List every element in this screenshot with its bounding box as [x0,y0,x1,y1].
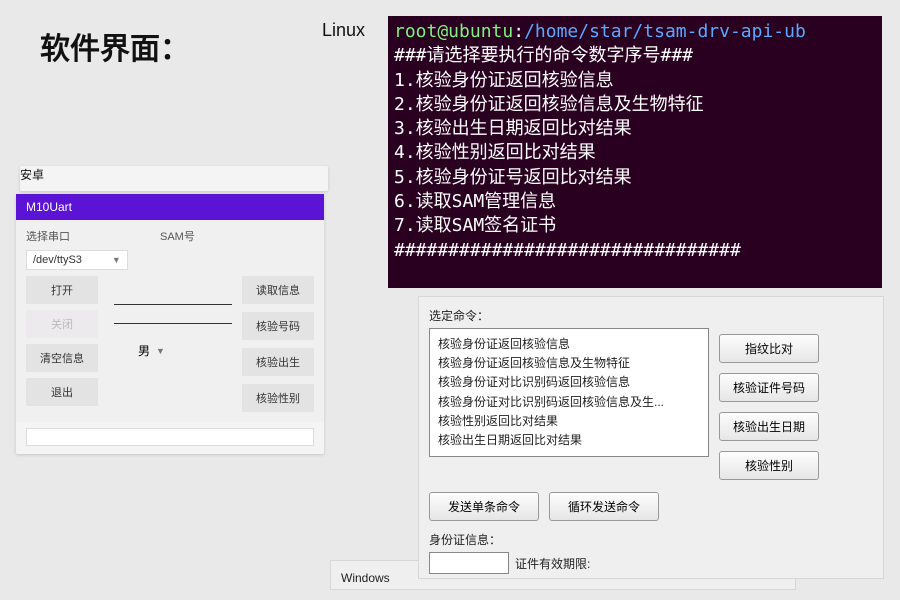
id-info-label: 身份证信息： [429,531,501,548]
prompt-path: /home/star/tsam-drv-api-ub [524,21,806,42]
verify-id-number-button[interactable]: 核验证件号码 [719,373,819,402]
verify-gender-button[interactable]: 核验性别 [719,451,819,480]
list-item[interactable]: 核验身份证返回核验信息 [438,335,700,354]
port-value: /dev/ttyS3 [33,254,82,266]
sam-label: SAM号 [160,228,195,244]
input-line-2[interactable] [114,323,232,324]
clear-button[interactable]: 清空信息 [26,344,98,372]
verify-number-button[interactable]: 核验号码 [242,312,314,340]
term-item-3: 3.核验出生日期返回比对结果 [394,117,876,141]
term-item-5: 5.核验身份证号返回比对结果 [394,166,876,190]
id-info-input[interactable] [429,552,509,574]
chevron-down-icon: ▼ [112,255,121,265]
term-footer: ################################ [394,239,876,263]
android-label: 安卓 [20,166,328,191]
exit-button[interactable]: 退出 [26,378,98,406]
list-item[interactable]: 核验身份证对比识别码返回核验信息及生... [438,393,700,412]
android-panel: M10Uart 选择串口 SAM号 /dev/ttyS3 ▼ 打开 关闭 清空信… [16,194,324,454]
verify-birth-button[interactable]: 核验出生 [242,348,314,376]
send-loop-button[interactable]: 循环发送命令 [549,492,659,521]
page-title: 软件界面： [40,24,190,68]
linux-terminal: root@ubuntu:/home/star/tsam-drv-api-ub #… [388,16,882,288]
term-item-2: 2.核验身份证返回核验信息及生物特征 [394,93,876,117]
term-item-1: 1.核验身份证返回核验信息 [394,69,876,93]
android-output-box [26,428,314,446]
close-button[interactable]: 关闭 [26,310,98,338]
id-expire-label: 证件有效期限: [515,555,590,572]
input-line-1[interactable] [114,304,232,305]
verify-gender-button[interactable]: 核验性别 [242,384,314,412]
prompt-user: root@ubuntu [394,21,513,42]
prompt-sep: : [513,21,524,42]
list-item[interactable]: 核验身份证返回核验信息及生物特征 [438,354,700,373]
open-button[interactable]: 打开 [26,276,98,304]
terminal-prompt: root@ubuntu:/home/star/tsam-drv-api-ub [394,20,876,44]
port-select[interactable]: /dev/ttyS3 ▼ [26,250,128,270]
select-cmd-label: 选定命令： [429,307,873,324]
command-listbox[interactable]: 核验身份证返回核验信息 核验身份证返回核验信息及生物特征 核验身份证对比识别码返… [429,328,709,457]
verify-birthdate-button[interactable]: 核验出生日期 [719,412,819,441]
list-item[interactable]: 核验性别返回比对结果 [438,412,700,431]
term-item-4: 4.核验性别返回比对结果 [394,141,876,165]
term-item-6: 6.读取SAM管理信息 [394,190,876,214]
windows-panel: 选定命令： 核验身份证返回核验信息 核验身份证返回核验信息及生物特征 核验身份证… [418,296,884,579]
chevron-down-icon[interactable]: ▼ [156,346,165,356]
linux-label: Linux [322,20,365,41]
port-label: 选择串口 [26,228,94,244]
fingerprint-compare-button[interactable]: 指纹比对 [719,334,819,363]
send-single-button[interactable]: 发送单条命令 [429,492,539,521]
gender-value: 男 [138,342,150,359]
term-item-7: 7.读取SAM签名证书 [394,214,876,238]
list-item[interactable]: 核验出生日期返回比对结果 [438,431,700,450]
term-header: ###请选择要执行的命令数字序号### [394,44,876,68]
read-info-button[interactable]: 读取信息 [242,276,314,304]
android-titlebar: M10Uart [16,194,324,220]
list-item[interactable]: 核验身份证对比识别码返回核验信息 [438,373,700,392]
